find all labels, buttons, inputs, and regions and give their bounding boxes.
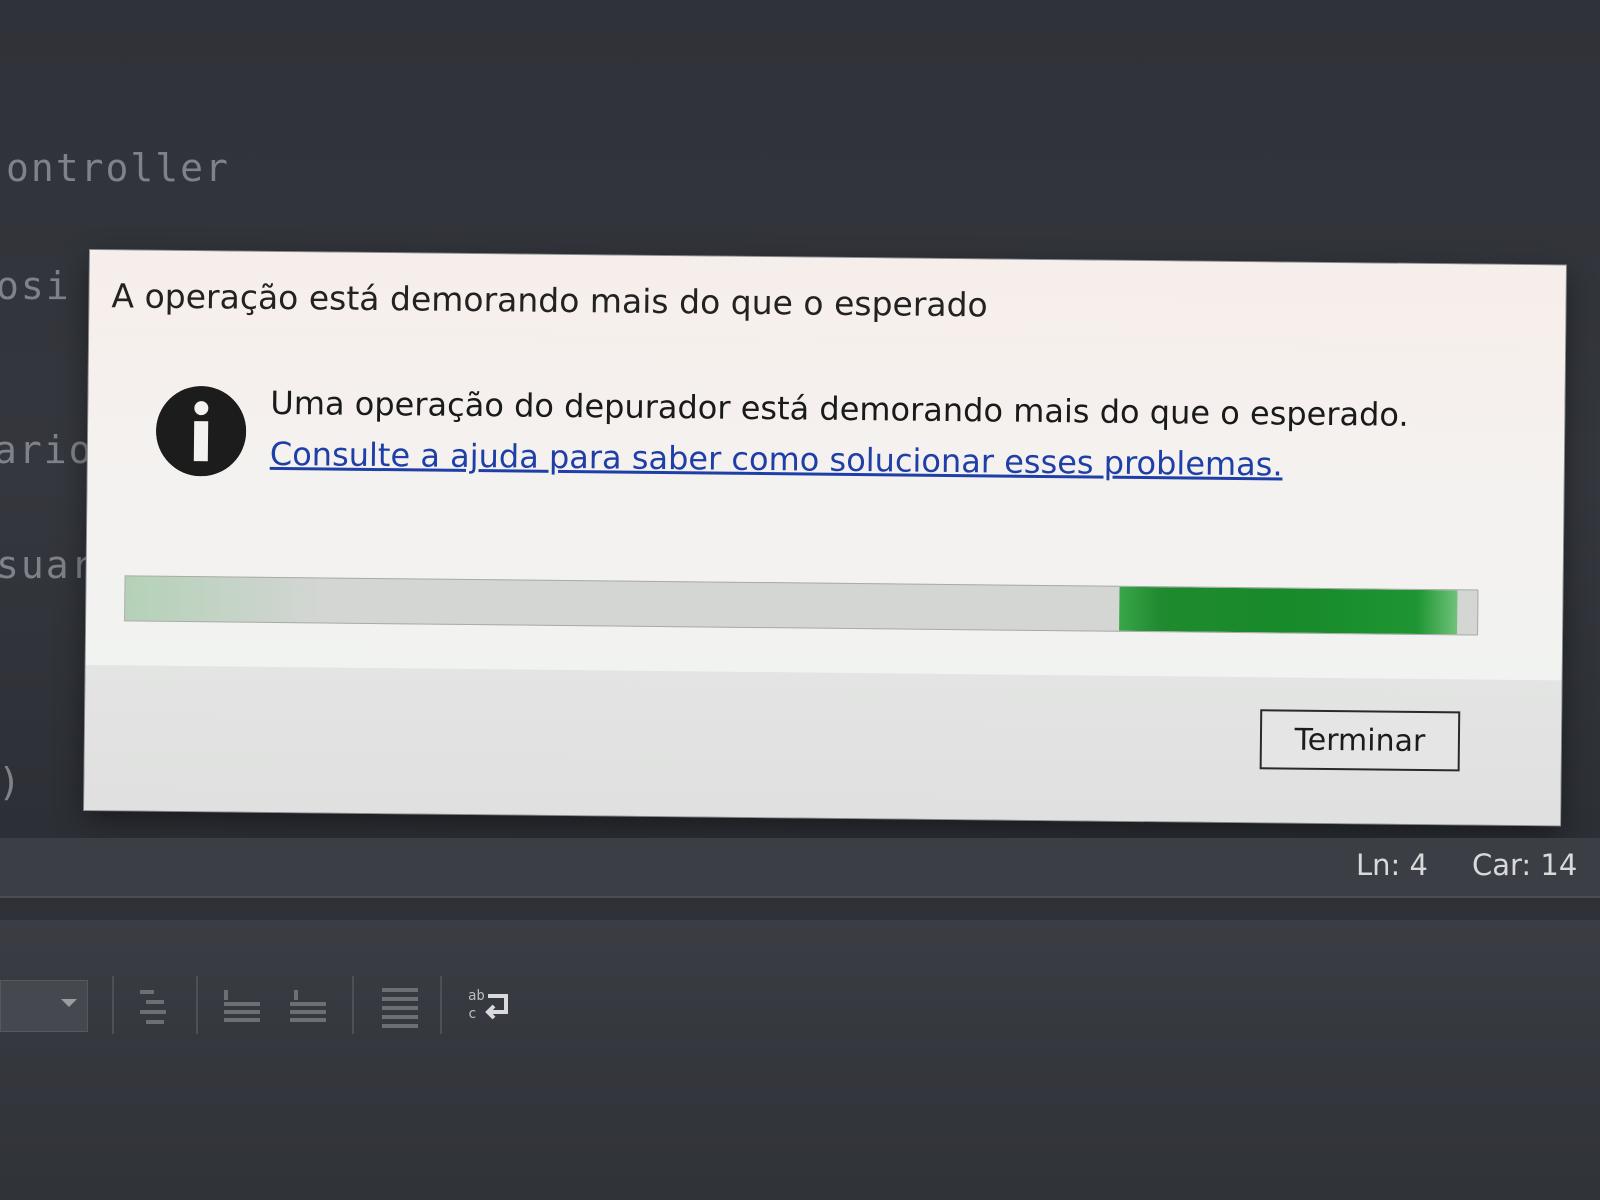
progress-bar xyxy=(124,575,1479,636)
status-line-number: Ln: 4 xyxy=(1356,848,1428,882)
toolbar-separator xyxy=(112,976,114,1034)
toolbar-separator xyxy=(440,976,442,1034)
code-fragment: ) xyxy=(0,760,23,804)
code-fragment: ontroller xyxy=(6,146,230,190)
progress-sheen xyxy=(125,576,326,623)
increase-indent-icon[interactable] xyxy=(284,982,332,1030)
status-bar: Ln: 4 Car: 14 xyxy=(0,838,1600,898)
toolbar-separator xyxy=(352,976,354,1034)
chevron-down-icon xyxy=(61,999,77,1007)
dialog-title: A operação está demorando mais do que o … xyxy=(111,276,988,325)
word-wrap-icon[interactable]: ab c xyxy=(466,982,514,1030)
decrease-indent-icon[interactable] xyxy=(218,982,266,1030)
output-toolbar: ab c xyxy=(0,970,560,1040)
help-link[interactable]: Consulte a ajuda para saber como solucio… xyxy=(270,435,1283,484)
bottom-panel: ab c xyxy=(0,920,1600,1200)
svg-text:ab: ab xyxy=(468,988,485,1004)
output-source-dropdown[interactable] xyxy=(0,980,88,1032)
code-fragment: ario xyxy=(0,428,94,472)
code-fragment: osi xyxy=(0,264,71,308)
status-char-number: Car: 14 xyxy=(1472,848,1578,882)
dialog-message: Uma operação do depurador está demorando… xyxy=(270,383,1409,434)
toolbar-separator xyxy=(196,976,198,1034)
dialog-body: A operação está demorando mais do que o … xyxy=(85,250,1566,681)
operation-timeout-dialog: A operação está demorando mais do que o … xyxy=(84,250,1566,826)
info-icon xyxy=(155,385,247,477)
progress-fill xyxy=(1118,586,1458,635)
svg-text:c: c xyxy=(468,1006,476,1022)
indent-icon[interactable] xyxy=(134,982,182,1030)
screen: ontroller osi ario suar ) A operação est… xyxy=(0,0,1600,1200)
code-fragment: suar xyxy=(0,543,96,587)
terminate-button[interactable]: Terminar xyxy=(1259,709,1461,772)
align-lines-icon[interactable] xyxy=(376,982,424,1030)
